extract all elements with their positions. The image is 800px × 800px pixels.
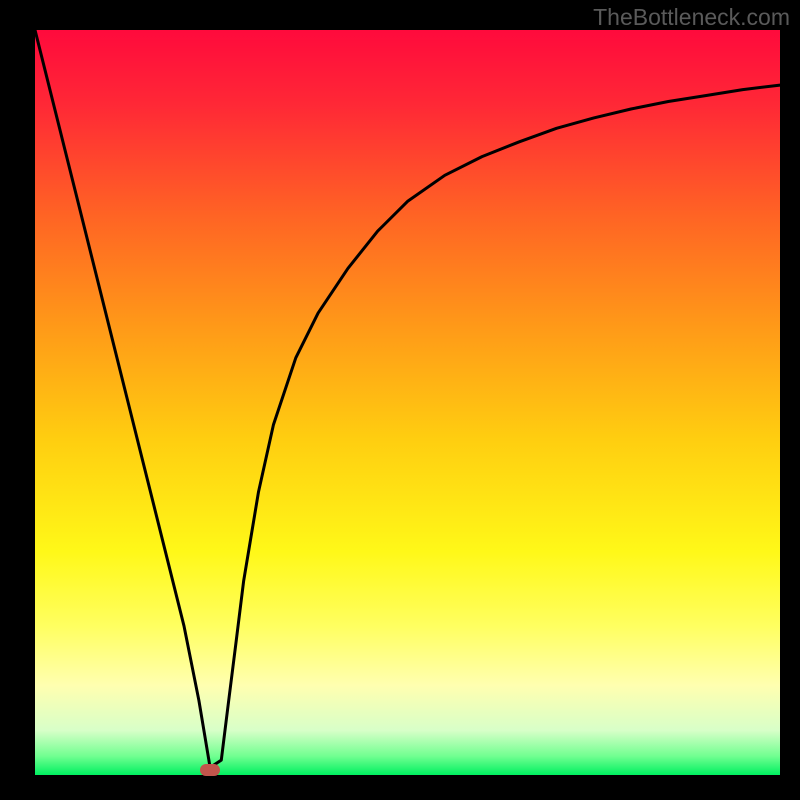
bottleneck-chart	[0, 0, 800, 800]
optimal-point-marker	[200, 764, 220, 776]
chart-frame: TheBottleneck.com	[0, 0, 800, 800]
plot-background	[35, 30, 780, 775]
watermark-text: TheBottleneck.com	[593, 4, 790, 31]
